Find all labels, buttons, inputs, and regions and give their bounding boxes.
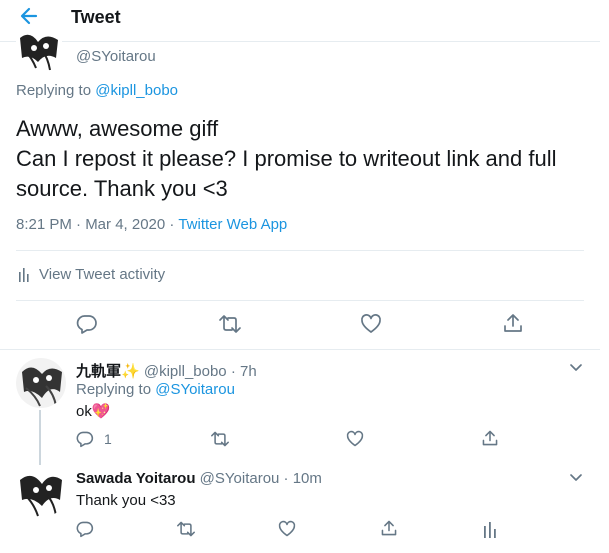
share-icon[interactable] [502,312,524,334]
replying-to: Replying to @SYoitarou [76,381,235,398]
reply-icon[interactable] [76,313,98,335]
tweet-source-link[interactable]: Twitter Web App [178,216,287,233]
back-arrow-icon[interactable] [18,5,48,27]
reply-header: Sawada Yoitarou @SYoitarou · 10m [76,470,322,487]
retweet-icon[interactable] [176,520,196,538]
tweet-text-line: Can I repost it please? I promise to wri… [16,146,557,171]
tweet-meta: 8:21 PM · Mar 4, 2020 · Twitter Web App [16,216,287,233]
like-icon[interactable] [360,313,382,335]
retweet-icon[interactable] [210,430,230,448]
divider [16,300,584,301]
replying-to-link[interactable]: @kipll_bobo [95,82,178,99]
page-title: Tweet [71,7,121,27]
handle-time[interactable]: @SYoitarou · 10m [200,470,322,487]
replying-prefix: Replying to [16,82,92,99]
divider [0,349,600,350]
sparkles-emoji-icon: ✨ [121,363,140,380]
reply-icon[interactable] [76,430,94,448]
reply-icon[interactable] [76,520,94,538]
reply-text-content: ok [76,403,92,420]
tweet-text-line: source. Thank you <3 [16,176,228,201]
avatar[interactable] [16,28,62,74]
reply-count: 1 [104,431,112,447]
display-name[interactable]: 九軌軍 [76,363,121,380]
replying-prefix: Replying to [76,381,152,398]
reply-text: ok💖 [76,402,111,420]
analytics-icon[interactable] [483,520,497,538]
handle-time[interactable]: @kipll_bobo · 7h [144,363,257,380]
view-activity-label: View Tweet activity [39,266,166,283]
reply-text: Thank you <33 [76,492,176,509]
replying-to: Replying to @kipll_bobo [16,82,178,99]
replying-to-link[interactable]: @SYoitarou [155,381,235,398]
avatar[interactable] [16,468,66,518]
divider [16,250,584,251]
thread-line [39,410,41,465]
share-icon[interactable] [481,429,499,447]
share-icon[interactable] [380,519,398,537]
chevron-down-icon[interactable] [568,360,584,374]
reply-header: 九軌軍✨ @kipll_bobo · 7h [76,360,257,381]
heart-emoji-icon: 💖 [91,403,111,420]
page-header: Tweet [0,0,600,42]
analytics-icon [19,268,29,282]
display-name[interactable]: Sawada Yoitarou [76,470,195,487]
tweet-text: Awww, awesome giff Can I repost it pleas… [16,114,557,204]
like-icon[interactable] [346,430,364,448]
retweet-icon[interactable] [218,313,242,335]
avatar[interactable] [16,358,66,408]
like-icon[interactable] [278,520,296,538]
tweet-timestamp[interactable]: 8:21 PM · Mar 4, 2020 · [16,216,174,233]
chevron-down-icon[interactable] [568,470,584,484]
tweet-text-line: Awww, awesome giff [16,116,219,141]
author-handle[interactable]: @SYoitarou [76,48,156,65]
